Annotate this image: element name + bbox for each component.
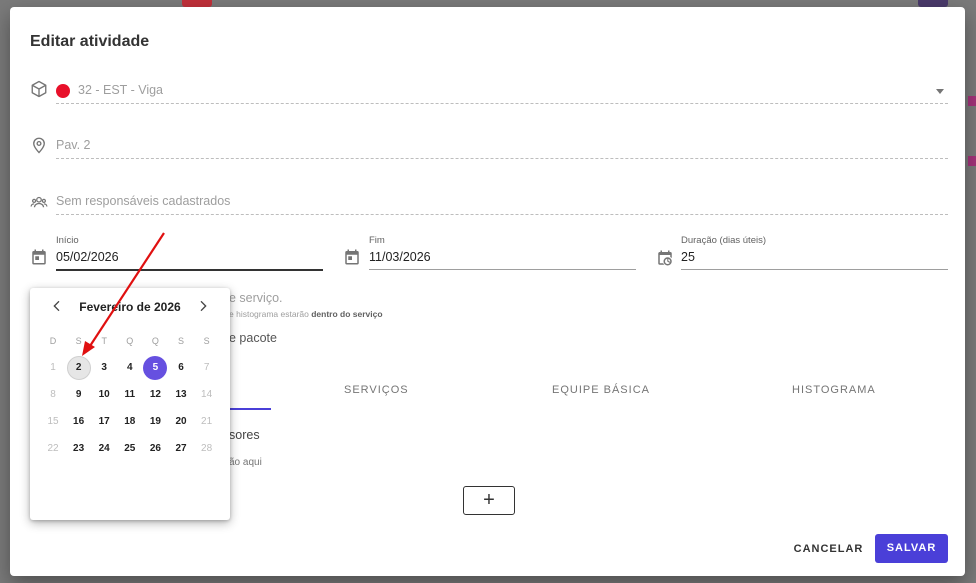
day-cell-28: 28 — [201, 443, 213, 454]
day-cell-10[interactable]: 10 — [92, 383, 116, 407]
package-icon — [30, 80, 48, 98]
activity-value: 32 - EST - Viga — [78, 83, 163, 97]
day-cell-24[interactable]: 24 — [92, 437, 116, 461]
weekday-label: Q — [126, 336, 134, 346]
location-pin-icon — [30, 136, 48, 154]
date-picker: Fevereiro de 2026 DSTQQSS 1 2 3 4 5 6 7 8 9 10 11 1… — [30, 288, 230, 520]
day-cell-14: 14 — [201, 389, 213, 400]
weekday-label: Q — [151, 336, 159, 346]
empty-hint-fragment: ão aqui — [229, 457, 262, 468]
background-app-badge — [918, 0, 948, 7]
active-tab-indicator — [229, 408, 271, 410]
activity-select[interactable]: 32 - EST - Viga — [56, 69, 948, 104]
activity-color-dot — [56, 84, 70, 98]
day-cell-1: 1 — [50, 362, 56, 373]
day-cell-11[interactable]: 11 — [118, 383, 142, 407]
responsibles-field[interactable]: Sem responsáveis cadastrados — [56, 180, 948, 215]
day-cell-22: 22 — [47, 443, 59, 454]
dialog-title: Editar atividade — [30, 33, 150, 50]
weekday-label: D — [49, 336, 57, 346]
end-date-value: 11/03/2026 — [369, 250, 431, 264]
day-cell-7: 7 — [203, 362, 210, 373]
end-date-field[interactable]: Fim 11/03/2026 — [369, 235, 636, 270]
day-cell-8: 8 — [50, 389, 56, 400]
day-cell-9[interactable]: 9 — [67, 383, 91, 407]
package-hint[interactable]: e pacote — [229, 331, 277, 345]
day-cell-15: 15 — [47, 416, 59, 427]
duration-field[interactable]: Duração (dias úteis) 25 — [681, 235, 948, 270]
start-date-label: Início — [56, 235, 79, 246]
chevron-right-icon[interactable] — [195, 298, 211, 314]
weekday-label: T — [101, 336, 107, 346]
day-cell-2[interactable]: 2 — [66, 356, 91, 380]
calendar-clock-icon — [656, 249, 674, 267]
add-button[interactable]: + — [463, 486, 515, 515]
start-date-value: 05/02/2026 — [56, 250, 119, 264]
list-heading-fragment: sores — [229, 428, 260, 442]
weekday-label: S — [75, 336, 82, 346]
background-app-badge — [182, 0, 212, 7]
day-cell-17[interactable]: 17 — [92, 410, 116, 434]
duration-label: Duração (dias úteis) — [681, 235, 767, 246]
day-cell-19[interactable]: 19 — [143, 410, 167, 434]
background-app-strip — [968, 96, 976, 106]
responsibles-value: Sem responsáveis cadastrados — [56, 194, 231, 208]
day-cell-3[interactable]: 3 — [92, 356, 116, 380]
day-cell-4[interactable]: 4 — [118, 356, 142, 380]
day-cell-6[interactable]: 6 — [169, 356, 193, 380]
day-cell-13[interactable]: 13 — [169, 383, 193, 407]
day-cell-27[interactable]: 27 — [169, 437, 193, 461]
save-button[interactable]: SALVAR — [875, 534, 948, 563]
histogram-hint: e histograma estarão dentro do serviço — [229, 309, 383, 319]
tab-servicos[interactable]: SERVIÇOS — [344, 384, 409, 396]
duration-value: 25 — [681, 250, 695, 264]
cancel-button[interactable]: CANCELAR — [791, 538, 866, 560]
chevron-down-icon[interactable] — [936, 89, 944, 94]
tab-histograma[interactable]: HISTOGRAMA — [792, 384, 876, 396]
calendar-icon[interactable] — [30, 248, 48, 266]
location-value: Pav. 2 — [56, 138, 91, 152]
day-cell-25[interactable]: 25 — [118, 437, 142, 461]
background-app-strip — [968, 156, 976, 166]
weekday-label: S — [177, 336, 184, 346]
people-icon — [30, 193, 48, 211]
start-date-field[interactable]: Início 05/02/2026 — [56, 235, 323, 271]
day-cell-23[interactable]: 23 — [67, 437, 91, 461]
day-cell-20[interactable]: 20 — [169, 410, 193, 434]
calendar-icon[interactable] — [343, 248, 361, 266]
location-field[interactable]: Pav. 2 — [56, 124, 948, 159]
weekday-label: S — [203, 336, 210, 346]
tab-equipe-basica[interactable]: EQUIPE BÁSICA — [552, 384, 650, 396]
service-hint: e serviço. — [229, 291, 283, 305]
day-cell-16[interactable]: 16 — [67, 410, 91, 434]
day-cell-26[interactable]: 26 — [143, 437, 167, 461]
day-cell-18[interactable]: 18 — [118, 410, 142, 434]
day-cell-21: 21 — [201, 416, 213, 427]
day-cell-12[interactable]: 12 — [143, 383, 167, 407]
end-date-label: Fim — [369, 235, 385, 246]
day-cell-5[interactable]: 5 — [143, 356, 168, 380]
